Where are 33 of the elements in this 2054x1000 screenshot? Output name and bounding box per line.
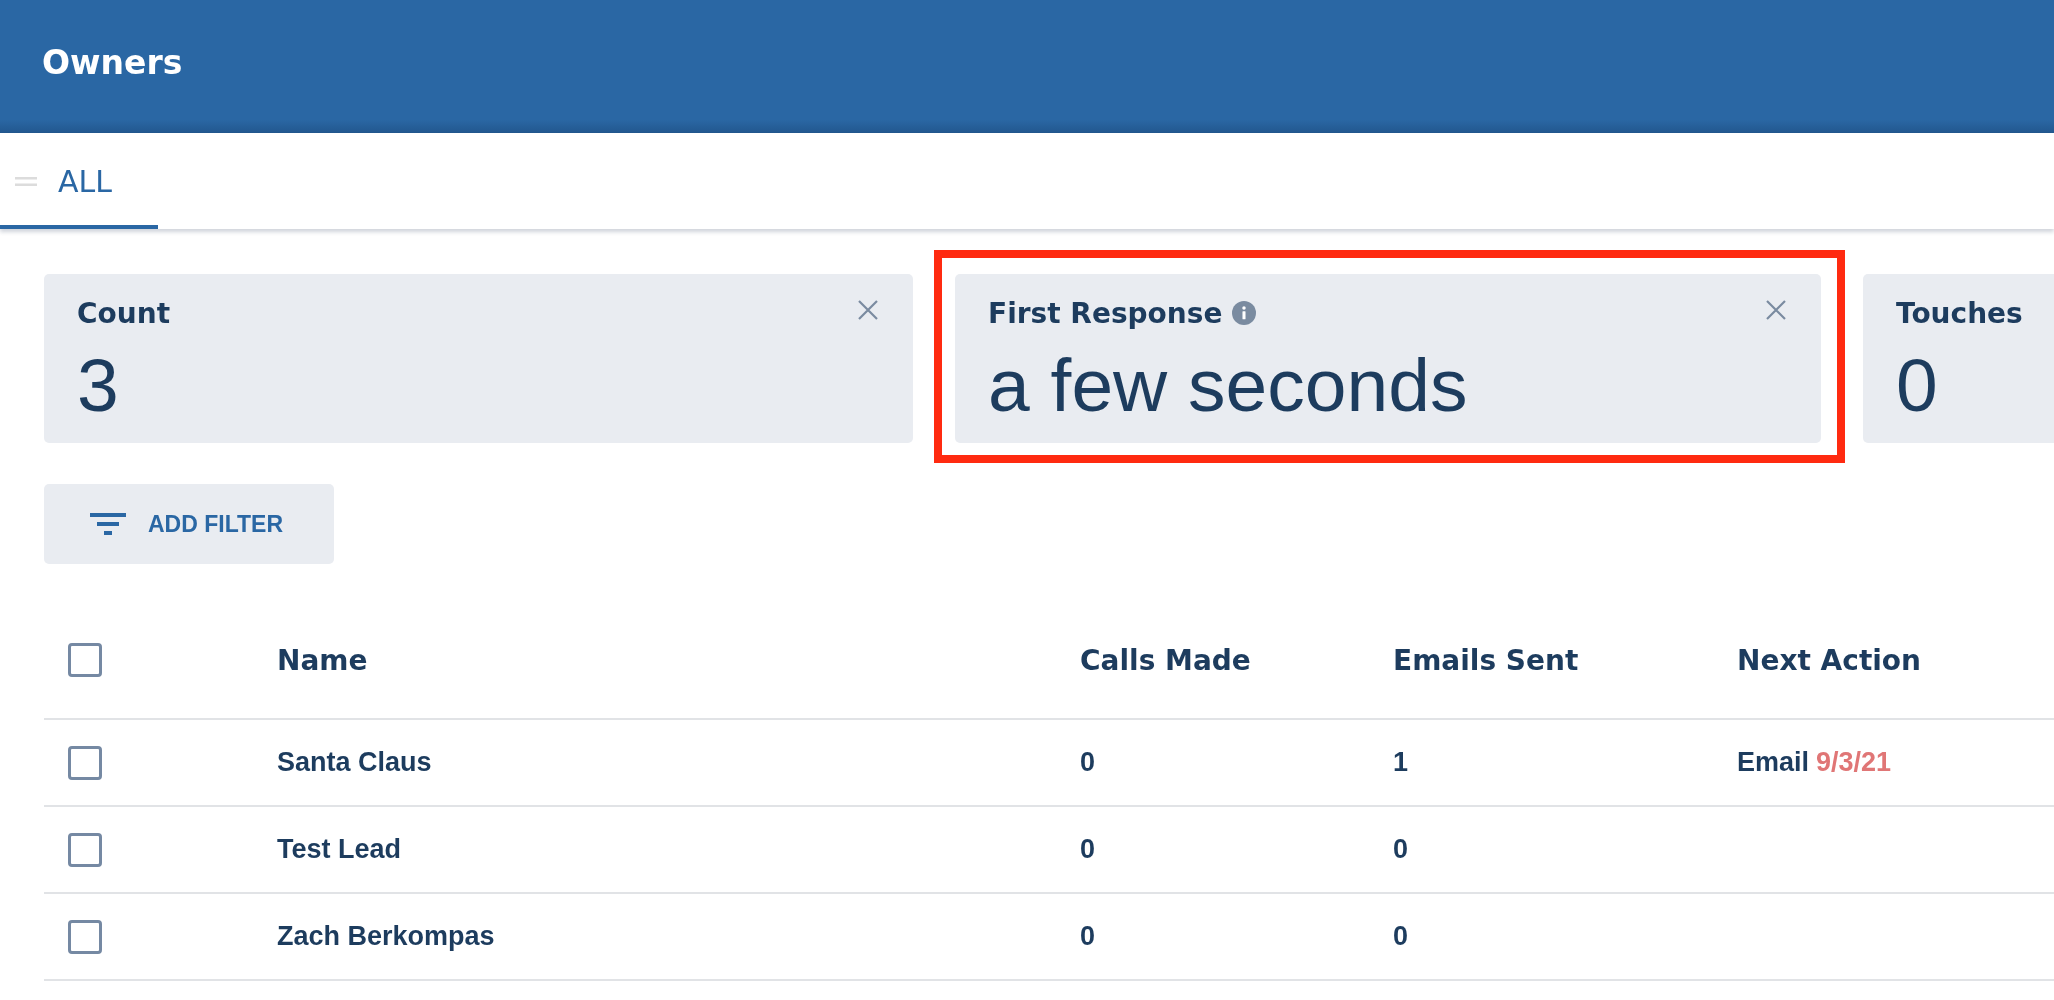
table-cell: Zach Berkompas: [277, 921, 495, 951]
filter-icon: [90, 513, 126, 535]
metric-value: 0: [1896, 344, 1939, 426]
column-header[interactable]: Next Action: [1737, 643, 1922, 677]
close-icon[interactable]: [858, 300, 878, 320]
checkbox[interactable]: [68, 643, 102, 677]
table-cell: 0: [1080, 921, 1096, 951]
checkbox[interactable]: [68, 919, 102, 954]
drag-handle-icon[interactable]: [15, 176, 37, 186]
table-cell: 1: [1393, 747, 1409, 777]
action-type: Email: [1737, 747, 1810, 778]
table-cell: 0: [1393, 921, 1409, 951]
checkbox[interactable]: [68, 745, 102, 780]
table-cell: 0: [1393, 834, 1409, 864]
metric-label: Touches: [1896, 296, 2023, 330]
table-cell: 0: [1080, 834, 1096, 864]
metric-value: 3: [77, 344, 120, 426]
metric-value: a few seconds: [988, 344, 1469, 426]
metric-label: Count: [77, 296, 171, 330]
metric-label: First Response: [988, 296, 1223, 330]
close-icon[interactable]: [1766, 300, 1786, 320]
table-cell: 0: [1080, 747, 1096, 777]
table-cell: Test Lead: [277, 834, 402, 864]
column-header[interactable]: Calls Made: [1080, 643, 1251, 677]
column-header[interactable]: Emails Sent: [1393, 643, 1579, 677]
column-header[interactable]: Name: [277, 643, 368, 677]
checkbox[interactable]: [68, 832, 102, 867]
due-date: 9/3/21: [1816, 747, 1892, 778]
tab[interactable]: ALL: [0, 133, 158, 229]
info-icon[interactable]: [1232, 301, 1257, 325]
table-cell: Santa Claus: [277, 747, 432, 777]
page-title: Owners: [42, 43, 183, 82]
add-filter-button[interactable]: ADD FILTER: [44, 484, 334, 564]
